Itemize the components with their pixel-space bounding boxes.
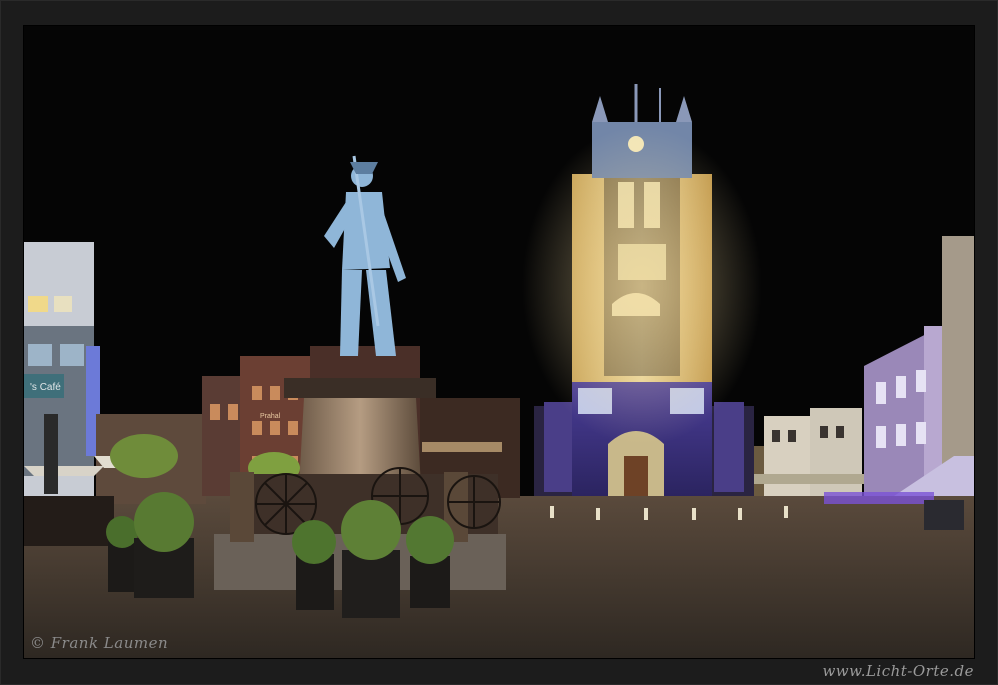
- photo-scene: 's Café Prahal: [24, 26, 974, 658]
- website-text[interactable]: www.Licht-Orte.de: [822, 662, 974, 680]
- tower-glow: [522, 126, 762, 446]
- copyright-text: © Frank Laumen: [30, 634, 169, 652]
- cafe-sign: 's Café: [30, 382, 61, 393]
- night-photo: 's Café Prahal: [24, 26, 974, 658]
- tree: [110, 434, 178, 478]
- shop-sign: Prahal: [260, 413, 281, 420]
- left-building: [24, 242, 100, 502]
